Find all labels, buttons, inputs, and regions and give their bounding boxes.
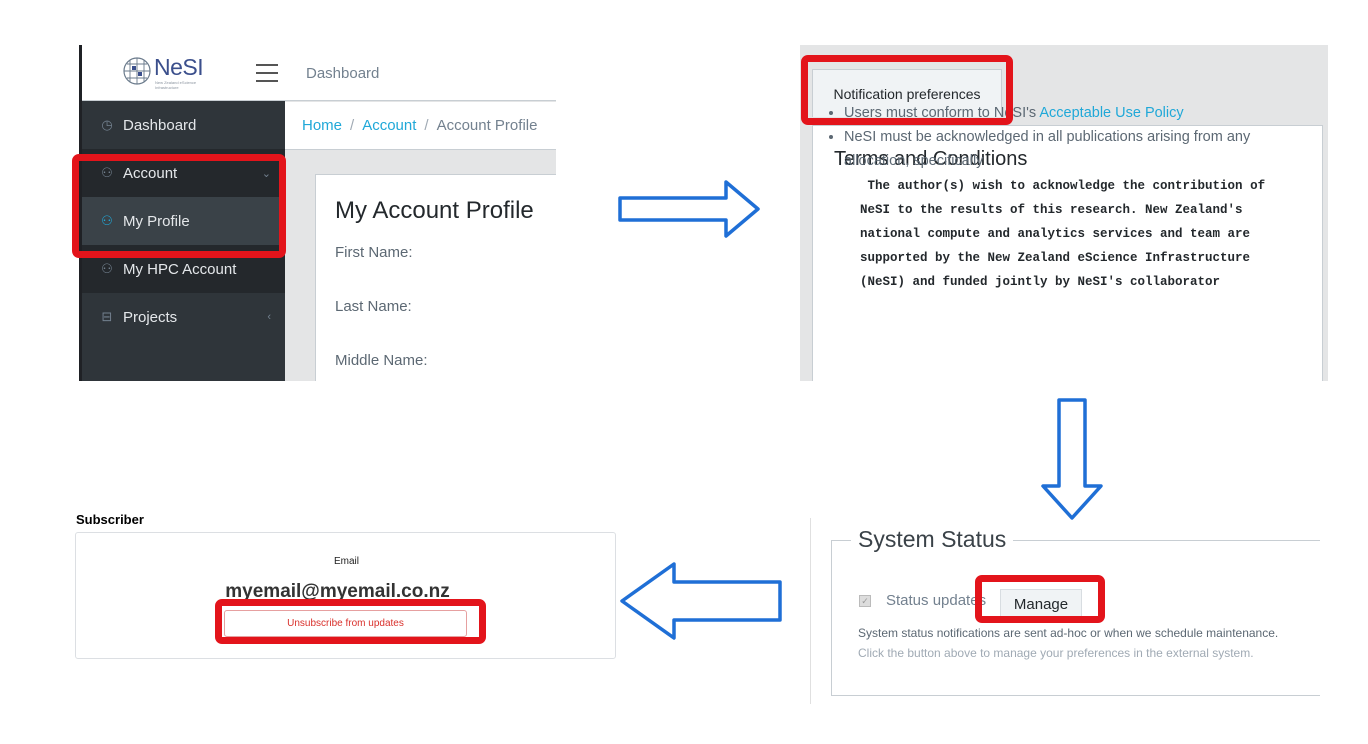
highlight-notification-tab (801, 55, 1013, 125)
sidebar-item-label: My HPC Account (123, 260, 237, 278)
sidebar-item-label: Projects (123, 308, 178, 326)
status-note: System status notifications are sent ad-… (858, 626, 1279, 640)
menu-toggle-icon[interactable] (256, 64, 278, 82)
status-updates-checkbox[interactable]: ✓ (859, 595, 871, 607)
sidebar-item-label: Dashboard (123, 116, 197, 134)
top-navbar: NeSI New Zealand eScience Infrastructure… (82, 45, 556, 101)
globe-icon (123, 57, 151, 85)
middle-name-label: Middle Name: (335, 352, 428, 369)
breadcrumb-separator: / (424, 117, 429, 134)
page-title: My Account Profile (335, 197, 534, 224)
breadcrumb: Home / Account / Account Profile (285, 102, 556, 150)
topnav-dashboard-link[interactable]: Dashboard (306, 65, 379, 82)
speedometer-icon: ◷ (101, 117, 113, 132)
briefcase-icon: ⊟ (101, 309, 113, 324)
arrow-left-icon (620, 562, 782, 640)
highlight-unsubscribe (215, 599, 486, 644)
subscriber-heading: Subscriber (76, 512, 144, 527)
acceptable-use-policy-link[interactable]: Acceptable Use Policy (1039, 105, 1183, 121)
arrow-right-icon (618, 180, 760, 238)
nesi-logo[interactable]: NeSI New Zealand eScience Infrastructure (122, 54, 222, 92)
breadcrumb-account[interactable]: Account (362, 117, 416, 134)
profile-card: My Account Profile First Name: Last Name… (315, 174, 556, 381)
highlight-account-menu (72, 154, 286, 258)
chevron-left-icon: ‹ (267, 311, 271, 323)
highlight-manage (975, 575, 1105, 623)
logo-subtext: New Zealand eScience Infrastructure (155, 80, 197, 90)
breadcrumb-separator: / (350, 117, 355, 134)
system-status-legend: System Status (851, 526, 1014, 553)
user-icon: ⚇ (101, 261, 113, 276)
status-hint: Click the button above to manage your pr… (858, 646, 1254, 660)
breadcrumb-home[interactable]: Home (302, 117, 342, 134)
first-name-label: First Name: (335, 244, 413, 261)
sidebar-item-projects[interactable]: ⊟ Projects ‹ (82, 293, 285, 341)
breadcrumb-current: Account Profile (436, 117, 538, 134)
acknowledgement-text: The author(s) wish to acknowledge the co… (860, 179, 1266, 289)
last-name-label: Last Name: (335, 298, 412, 315)
sidebar-item-dashboard[interactable]: ◷ Dashboard (82, 101, 285, 149)
status-updates-label: Status updates (886, 592, 987, 609)
arrow-down-icon (1041, 398, 1103, 520)
logo-text: NeSI (154, 54, 204, 80)
list-item: NeSI must be acknowledged in all publica… (844, 125, 1264, 173)
email-label: Email (333, 556, 359, 567)
